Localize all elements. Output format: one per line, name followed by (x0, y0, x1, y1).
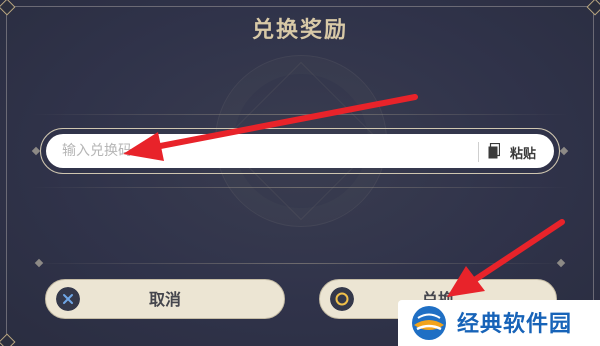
redeem-dialog: 兑换奖励 输入兑换码 粘贴 取消 兑换 (0, 0, 600, 346)
cancel-button[interactable]: 取消 (45, 279, 285, 319)
divider (30, 263, 570, 264)
watermark-text: 经典软件园 (457, 312, 573, 337)
divider (30, 187, 570, 188)
dialog-title: 兑换奖励 (251, 18, 348, 43)
clipboard-icon[interactable] (488, 143, 500, 159)
paste-button[interactable]: 粘贴 (510, 143, 536, 162)
watermark-logo (412, 306, 446, 340)
input-separator (478, 142, 479, 162)
cancel-button-label: 取消 (148, 290, 181, 309)
divider (30, 114, 570, 115)
code-input-placeholder: 输入兑换码 (62, 143, 132, 159)
